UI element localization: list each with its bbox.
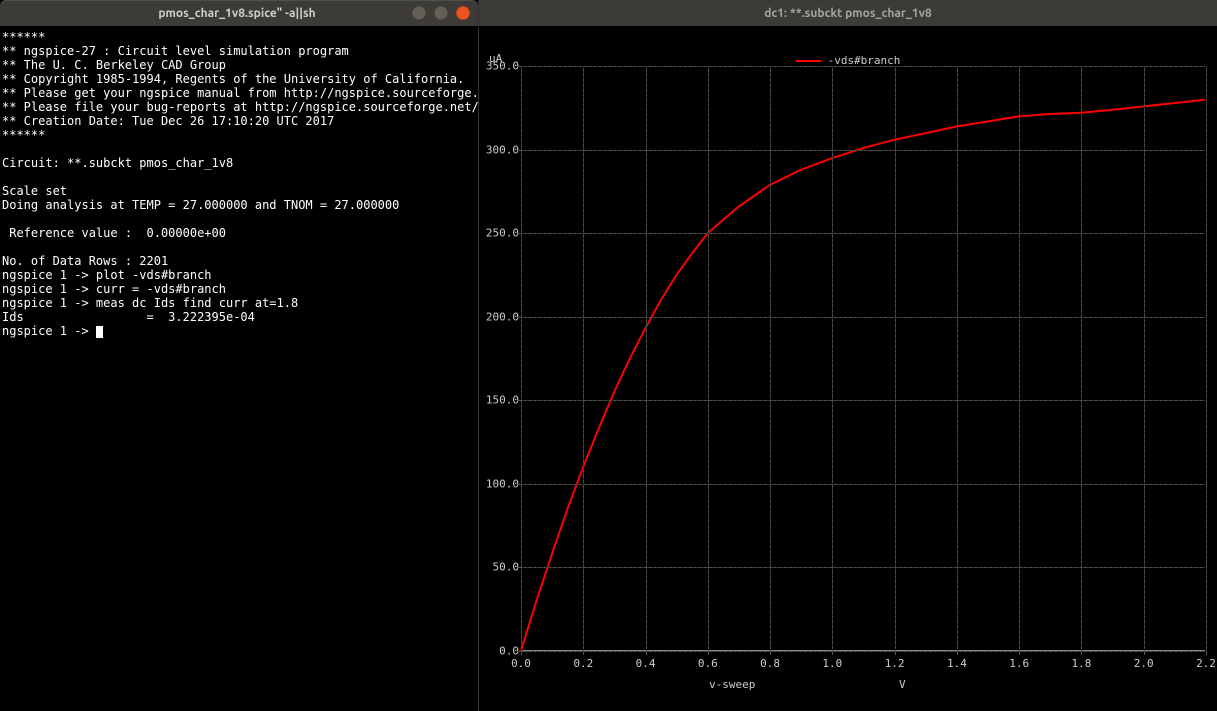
y-tick-label: 250.0 — [483, 227, 519, 240]
y-tick-label: 0.0 — [483, 645, 519, 658]
terminal-titlebar[interactable]: pmos_char_1v8.spice" -a||sh — [0, 0, 478, 26]
close-icon[interactable] — [456, 6, 470, 20]
plot-titlebar[interactable]: dc1: **.subckt pmos_char_1v8 — [479, 0, 1217, 26]
plot-area[interactable]: uA -vds#branch v-sweep V 0.050.0100.0150… — [479, 26, 1217, 711]
y-tick-label: 50.0 — [483, 561, 519, 574]
x-axis-label-left: v-sweep — [709, 678, 755, 691]
y-tick-label: 200.0 — [483, 310, 519, 323]
maximize-icon[interactable] — [434, 6, 448, 20]
x-tick-label: 1.6 — [1009, 657, 1029, 670]
x-tick-label: 1.4 — [947, 657, 967, 670]
terminal-output[interactable]: ****** ** ngspice-27 : Circuit level sim… — [0, 26, 478, 711]
plot-title: dc1: **.subckt pmos_char_1v8 — [764, 7, 932, 20]
x-tick-label: 0.8 — [760, 657, 780, 670]
terminal-title: pmos_char_1v8.spice" -a||sh — [62, 7, 412, 20]
x-tick-label: 0.0 — [511, 657, 531, 670]
chart-line-series — [479, 26, 1217, 711]
x-tick-label: 2.0 — [1134, 657, 1154, 670]
x-tick-label: 0.6 — [698, 657, 718, 670]
x-tick-label: 1.0 — [822, 657, 842, 670]
y-tick-label: 300.0 — [483, 143, 519, 156]
y-tick-label: 150.0 — [483, 394, 519, 407]
terminal-window: pmos_char_1v8.spice" -a||sh ****** ** ng… — [0, 0, 478, 711]
x-tick-label: 0.2 — [573, 657, 593, 670]
x-tick-label: 2.2 — [1196, 657, 1216, 670]
x-axis-label-right: V — [899, 678, 906, 691]
x-tick-label: 1.8 — [1072, 657, 1092, 670]
x-tick-label: 1.2 — [885, 657, 905, 670]
x-tick-label: 0.4 — [636, 657, 656, 670]
terminal-cursor — [96, 326, 103, 338]
y-tick-label: 100.0 — [483, 477, 519, 490]
y-tick-label: 350.0 — [483, 60, 519, 73]
minimize-icon[interactable] — [412, 6, 426, 20]
plot-window: dc1: **.subckt pmos_char_1v8 uA -vds#bra… — [478, 0, 1217, 711]
